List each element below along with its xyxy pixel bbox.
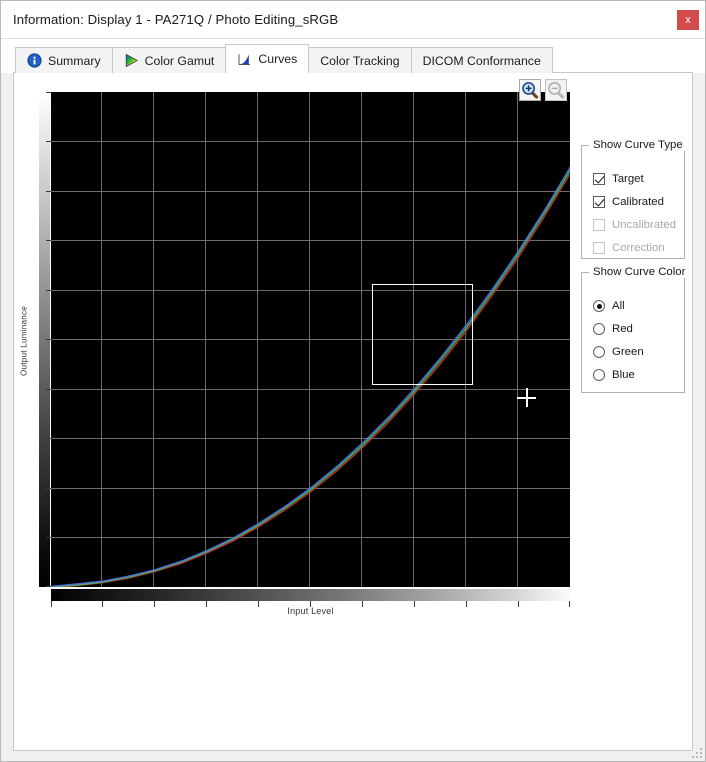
checkbox-label: Target (612, 173, 644, 185)
resize-grip[interactable] (691, 747, 702, 758)
tab-label: DICOM Conformance (422, 53, 541, 68)
curve-red (51, 174, 570, 587)
radio-row-all[interactable]: All (593, 300, 625, 312)
curve-green (51, 169, 570, 587)
y-axis-label: Output Luminance (19, 305, 29, 377)
zoom-out-icon (548, 81, 565, 99)
group-title: Show Curve Type (589, 139, 687, 151)
checkbox-label: Correction (612, 242, 665, 254)
checkbox-icon (593, 219, 605, 231)
close-button[interactable]: x (677, 10, 699, 30)
curve-blue (51, 166, 570, 587)
radio-icon[interactable] (593, 300, 605, 312)
checkbox-row-uncalibrated: Uncalibrated (593, 219, 676, 231)
window-title: Information: Display 1 - PA271Q / Photo … (13, 12, 339, 27)
selection-rectangle[interactable] (372, 284, 473, 385)
radio-row-blue[interactable]: Blue (593, 369, 635, 381)
checkbox-row-correction: Correction (593, 242, 665, 254)
gamut-triangle-icon (124, 53, 139, 68)
tab-color-tracking[interactable]: Color Tracking (308, 47, 412, 73)
zoom-out-button[interactable] (545, 79, 567, 101)
info-icon (27, 53, 42, 68)
checkbox-icon (593, 242, 605, 254)
tab-dicom-conformance[interactable]: DICOM Conformance (410, 47, 553, 73)
information-window: Information: Display 1 - PA271Q / Photo … (0, 0, 706, 762)
tone-response-curves (51, 166, 570, 587)
radio-row-red[interactable]: Red (593, 323, 633, 335)
curve-chart-icon (237, 52, 252, 67)
zoom-toolbar (519, 79, 567, 101)
curves-panel: Output Luminance Input Level Show Curve … (13, 73, 693, 751)
radio-row-green[interactable]: Green (593, 346, 644, 358)
zoom-in-button[interactable] (519, 79, 541, 101)
radio-icon[interactable] (593, 346, 605, 358)
curves-chart: Output Luminance Input Level (14, 73, 570, 616)
tab-label: Summary (48, 53, 101, 68)
tab-label: Curves (258, 52, 298, 66)
tab-color-gamut[interactable]: Color Gamut (111, 47, 227, 73)
radio-label: Green (612, 346, 644, 358)
radio-icon[interactable] (593, 369, 605, 381)
title-bar: Information: Display 1 - PA271Q / Photo … (1, 1, 705, 39)
radio-label: Red (612, 323, 633, 335)
crosshair-cursor (517, 388, 536, 407)
checkbox-row-target[interactable]: Target (593, 173, 644, 185)
checkbox-row-calibrated[interactable]: Calibrated (593, 196, 664, 208)
radio-label: Blue (612, 369, 635, 381)
checkbox-icon[interactable] (593, 196, 605, 208)
radio-icon[interactable] (593, 323, 605, 335)
tab-label: Color Tracking (320, 53, 400, 68)
zoom-in-icon (522, 81, 539, 99)
tab-label: Color Gamut (144, 53, 215, 68)
show-curve-color-group: Show Curve Color All Red Green Blue (581, 266, 690, 393)
x-axis-gradient-strip (51, 589, 570, 601)
checkbox-label: Calibrated (612, 196, 664, 208)
tab-curves[interactable]: Curves (225, 44, 310, 74)
x-axis-label: Input Level (287, 606, 334, 616)
tab-summary[interactable]: Summary (15, 47, 113, 73)
checkbox-label: Uncalibrated (612, 219, 676, 231)
show-curve-type-group: Show Curve Type Target Calibrated Uncali… (581, 139, 687, 259)
radio-label: All (612, 300, 625, 312)
plot-area[interactable] (51, 92, 570, 587)
checkbox-icon[interactable] (593, 173, 605, 185)
group-title: Show Curve Color (589, 266, 690, 278)
tab-strip: Summary Color Gamut Curves Color Trackin… (1, 39, 705, 74)
